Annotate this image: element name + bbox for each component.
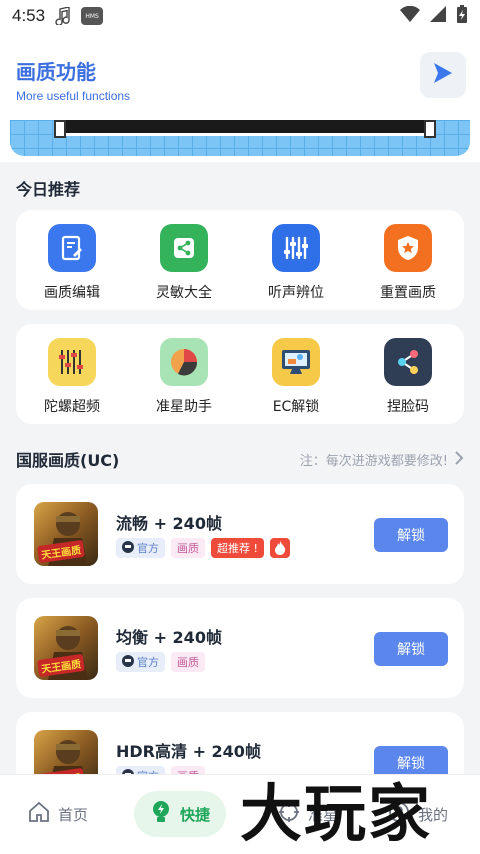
chevron-right-icon[interactable]: [454, 450, 464, 469]
today-section-title: 今日推荐: [16, 180, 81, 199]
tool-label: 陀螺超频: [44, 399, 100, 415]
tag-official-label: 官方: [137, 542, 159, 555]
tag-official-label: 官方: [137, 656, 159, 669]
tool-label: 画质编辑: [44, 285, 100, 301]
music-note-icon: [55, 7, 71, 25]
unlock-button[interactable]: 解锁: [374, 518, 448, 552]
tool-label: 灵敏大全: [156, 285, 212, 301]
page-header: 画质功能 More useful functions: [0, 32, 480, 120]
share-nodes-icon: [384, 338, 432, 386]
status-time: 4:53: [12, 6, 46, 25]
page-subtitle: More useful functions: [16, 89, 131, 103]
today-card-row1: 画质编辑 灵敏大全 听声辨位 重置画质: [16, 210, 464, 310]
share-icon: [160, 224, 208, 272]
tab-home[interactable]: 首页: [28, 791, 88, 837]
tag-quality: 画质: [171, 652, 205, 672]
banner-container: [0, 120, 480, 162]
preset-card[interactable]: 天王画质 均衡 + 240帧 官方 画质 解锁: [16, 598, 464, 698]
tool-quality-edit[interactable]: 画质编辑: [22, 224, 122, 302]
tab-quick-label: 快捷: [180, 805, 211, 824]
tool-sound-locate[interactable]: 听声辨位: [246, 224, 346, 302]
tool-label: 重置画质: [380, 285, 436, 301]
lightbulb-icon: [150, 800, 172, 828]
unlock-button[interactable]: 解锁: [374, 632, 448, 666]
tool-label: 捏脸码: [387, 399, 429, 415]
tag-official: 官方: [116, 538, 165, 558]
equalizer-icon: [272, 224, 320, 272]
preset-name: 流畅 + 240帧: [116, 514, 222, 533]
play-icon: [432, 61, 454, 89]
tag-hot: 超推荐 !: [211, 538, 264, 558]
tag-official: 官方: [116, 652, 165, 672]
preset-tags: 官方 画质 超推荐 !: [116, 538, 290, 558]
battery-charging-icon: [456, 5, 468, 27]
sliders-icon: [48, 338, 96, 386]
banner-frame-corner-right: [424, 120, 436, 138]
tab-quick[interactable]: 快捷: [134, 791, 227, 837]
today-card-row2: 陀螺超频 准星助手 EC解锁 捏脸码: [16, 324, 464, 424]
game-thumbnail: 天王画质: [34, 502, 98, 566]
preset-tags: 官方 画质: [116, 652, 205, 672]
official-badge-icon: [122, 654, 134, 670]
wifi-icon: [400, 5, 420, 26]
fire-icon: [269, 538, 290, 558]
monitor-icon: [272, 338, 320, 386]
tool-label: 听声辨位: [268, 285, 324, 301]
tool-crosshair[interactable]: 准星助手: [134, 338, 234, 416]
banner-image[interactable]: [10, 120, 470, 156]
shield-star-icon: [384, 224, 432, 272]
status-bar: 4:53 HMS: [0, 0, 480, 32]
uc-section-title: 国服画质(UC): [16, 451, 120, 470]
signal-icon: [430, 6, 446, 26]
page-title: 画质功能: [16, 62, 96, 84]
edit-icon: [48, 224, 96, 272]
game-thumbnail: 天王画质: [34, 616, 98, 680]
pie-chart-icon: [160, 338, 208, 386]
play-button[interactable]: [420, 52, 466, 98]
tool-label: 准星助手: [156, 399, 212, 415]
tool-label: EC解锁: [272, 399, 320, 415]
preset-name: HDR高清 + 240帧: [116, 742, 261, 761]
official-badge-icon: [122, 540, 134, 556]
tool-face-code[interactable]: 捏脸码: [358, 338, 458, 416]
tool-gyro-overclock[interactable]: 陀螺超频: [22, 338, 122, 416]
tool-sensitivity[interactable]: 灵敏大全: [134, 224, 234, 302]
banner-frame-corner-left: [54, 120, 66, 138]
uc-section-header: 国服画质(UC) 注：每次进游戏都要修改!: [16, 446, 464, 472]
preset-name: 均衡 + 240帧: [116, 628, 222, 647]
watermark: 大玩家: [240, 777, 433, 850]
tool-reset-quality[interactable]: 重置画质: [358, 224, 458, 302]
banner-frame: [60, 120, 430, 136]
uc-note[interactable]: 注：每次进游戏都要修改!: [300, 450, 448, 469]
hms-icon: HMS: [81, 7, 104, 25]
preset-card[interactable]: 天王画质 流畅 + 240帧 官方 画质 超推荐 ! 解锁: [16, 484, 464, 584]
tool-ec-unlock[interactable]: EC解锁: [246, 338, 346, 416]
home-icon: [28, 801, 50, 827]
tag-quality: 画质: [171, 538, 205, 558]
tab-home-label: 首页: [58, 805, 89, 824]
